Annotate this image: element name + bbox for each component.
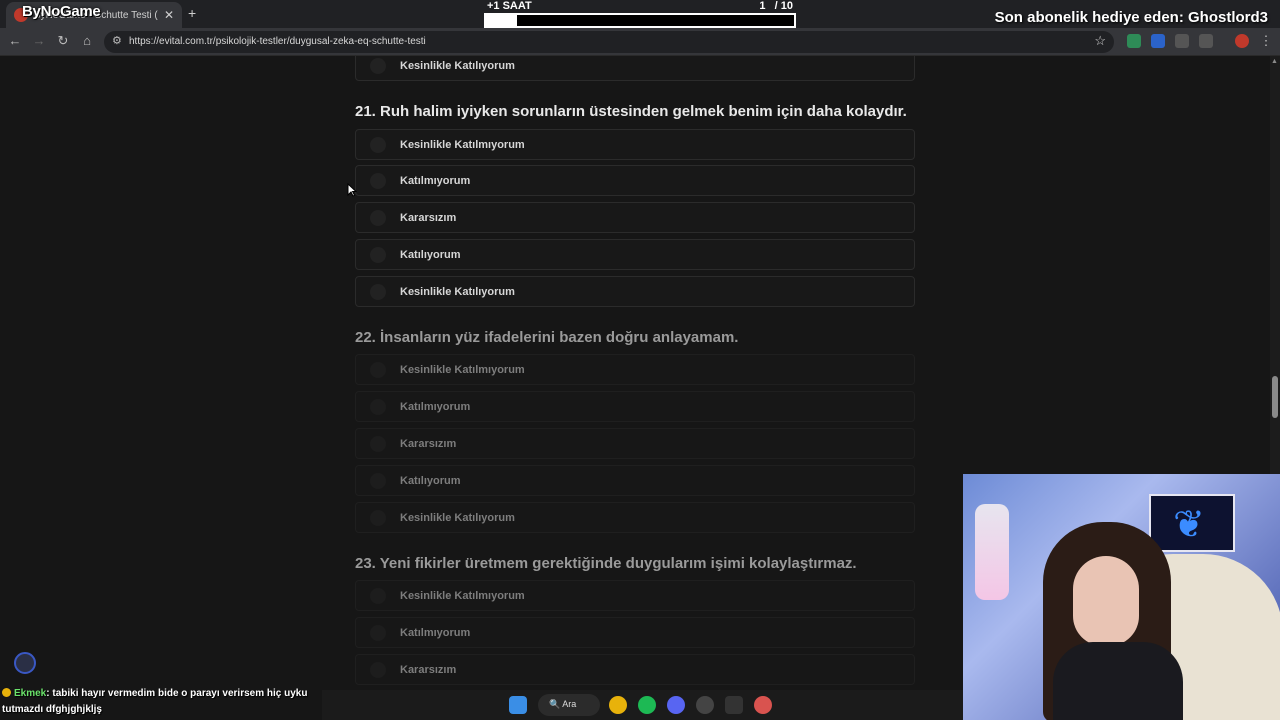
option-label: Kararsızım	[400, 212, 457, 224]
chrome-icon[interactable]	[609, 696, 627, 714]
q22-option-1[interactable]: Kesinlikle Katılmıyorum	[355, 354, 915, 385]
radio-button[interactable]	[370, 210, 386, 226]
forward-icon[interactable]: →	[31, 33, 47, 48]
windows-start-icon[interactable]	[509, 696, 527, 714]
option-label: Katılıyorum	[400, 475, 461, 487]
chat-username: Ekmek	[14, 688, 47, 699]
app-icon[interactable]	[725, 696, 743, 714]
radio-button[interactable]	[370, 473, 386, 489]
timer-progress-bar	[484, 13, 796, 28]
radio-button[interactable]	[370, 284, 386, 300]
close-tab-icon[interactable]: ✕	[164, 8, 174, 22]
option-prev-strongly-agree[interactable]: Kesinlikle Katılıyorum	[355, 56, 915, 81]
option-label: Kesinlikle Katılmıyorum	[400, 364, 525, 376]
extension-translate-icon[interactable]	[1151, 34, 1165, 48]
screen: ByNoGame - Schutte Testi (Duygusal Zeka)…	[0, 0, 1280, 720]
stream-chat-message: Ekmek: tabiki hayır vermedim bide o para…	[2, 686, 322, 718]
extension-shield-icon[interactable]	[1127, 34, 1141, 48]
butterfly-icon: ❦	[1173, 504, 1205, 546]
option-label: Kesinlikle Katılmıyorum	[400, 590, 525, 602]
radio-button[interactable]	[370, 173, 386, 189]
browser-app-icon[interactable]	[754, 696, 772, 714]
option-label: Kesinlikle Katılıyorum	[400, 512, 515, 524]
profile-avatar[interactable]	[1235, 34, 1249, 48]
q22-option-3[interactable]: Kararsızım	[355, 428, 915, 459]
q21-option-5[interactable]: Kesinlikle Katılıyorum	[355, 276, 915, 307]
menu-dots-icon[interactable]: ⋮	[1258, 33, 1274, 49]
q21-option-2[interactable]: Katılmıyorum	[355, 165, 915, 196]
discord-icon[interactable]	[667, 696, 685, 714]
windows-taskbar: 🔍 Ara	[322, 690, 963, 720]
bookmark-star-icon[interactable]: ☆	[1094, 33, 1106, 49]
radio-button[interactable]	[370, 588, 386, 604]
scroll-up-icon[interactable]: ▲	[1271, 58, 1278, 65]
butterfly-poster: ❦	[1149, 494, 1235, 552]
radio-button[interactable]	[370, 625, 386, 641]
timer-count: 1 / 10	[759, 0, 793, 12]
radio-button[interactable]	[370, 436, 386, 452]
option-label: Kararsızım	[400, 664, 457, 676]
option-label: Katılmıyorum	[400, 175, 471, 187]
scrollbar-thumb[interactable]	[1272, 376, 1278, 418]
home-icon[interactable]: ⌂	[79, 33, 95, 48]
stream-logo-overlay: ByNoGame	[22, 3, 101, 20]
streamer-face	[1073, 556, 1139, 646]
option-label: Kesinlikle Katılmıyorum	[400, 139, 525, 151]
extension-gamepad-icon[interactable]	[1175, 34, 1189, 48]
radio-button[interactable]	[370, 510, 386, 526]
option-label: Kesinlikle Katılıyorum	[400, 286, 515, 298]
question-23-title: 23. Yeni fikirler üretmem gerektiğinde d…	[355, 555, 857, 572]
radio-button[interactable]	[370, 399, 386, 415]
radio-button[interactable]	[370, 662, 386, 678]
radio-button[interactable]	[370, 247, 386, 263]
radio-button[interactable]	[370, 137, 386, 153]
timer-label: +1 SAAT	[487, 0, 532, 12]
extensions-puzzle-icon[interactable]	[1199, 34, 1213, 48]
radio-button[interactable]	[370, 362, 386, 378]
option-label: Katılıyorum	[400, 249, 461, 261]
taskbar-search-label: Ara	[562, 699, 577, 709]
spotify-icon[interactable]	[638, 696, 656, 714]
option-label: Katılmıyorum	[400, 401, 471, 413]
sub-gift-overlay: Son abonelik hediye eden: Ghostlord3	[994, 9, 1268, 26]
address-bar[interactable]: ⚙ https://evital.com.tr/psikolojik-testl…	[104, 31, 1114, 53]
back-icon[interactable]: ←	[7, 33, 23, 48]
chat-text: : tabiki hayır vermedim bide o parayı ve…	[2, 688, 308, 715]
new-tab-icon[interactable]: +	[188, 5, 196, 21]
q23-option-3[interactable]: Kararsızım	[355, 654, 915, 685]
site-info-icon[interactable]: ⚙	[112, 34, 122, 47]
browser-toolbar: ← → ↻ ⌂ ⚙ https://evital.com.tr/psikoloj…	[0, 28, 1280, 56]
q22-option-2[interactable]: Katılmıyorum	[355, 391, 915, 422]
option-label: Kesinlikle Katılıyorum	[400, 60, 515, 72]
q21-option-1[interactable]: Kesinlikle Katılmıyorum	[355, 129, 915, 160]
reload-icon[interactable]: ↻	[55, 33, 71, 49]
option-label: Kararsızım	[400, 438, 457, 450]
timer-progress-fill	[486, 15, 517, 26]
microphone	[975, 504, 1009, 600]
floating-widget-button[interactable]	[14, 652, 36, 674]
chat-badge-icon	[2, 688, 11, 697]
subathon-timer: +1 SAAT 1 / 10	[484, 0, 796, 30]
q22-option-5[interactable]: Kesinlikle Katılıyorum	[355, 502, 915, 533]
q22-option-4[interactable]: Katılıyorum	[355, 465, 915, 496]
q23-option-1[interactable]: Kesinlikle Katılmıyorum	[355, 580, 915, 611]
question-21-title: 21. Ruh halim iyiyken sorunların üstesin…	[355, 103, 907, 120]
q23-option-2[interactable]: Katılmıyorum	[355, 617, 915, 648]
url-text: https://evital.com.tr/psikolojik-testler…	[129, 36, 426, 47]
webcam-overlay: ❦	[963, 474, 1280, 720]
radio-button[interactable]	[370, 58, 386, 74]
option-label: Katılmıyorum	[400, 627, 471, 639]
q21-option-3[interactable]: Kararsızım	[355, 202, 915, 233]
mouse-cursor-icon	[347, 183, 357, 197]
taskbar-search[interactable]: 🔍 Ara	[538, 694, 600, 716]
browser-tab-bar: ByNoGame - Schutte Testi (Duygusal Zeka)…	[0, 0, 1280, 28]
question-22-title: 22. İnsanların yüz ifadelerini bazen doğ…	[355, 329, 739, 346]
q21-option-4[interactable]: Katılıyorum	[355, 239, 915, 270]
obs-icon[interactable]	[696, 696, 714, 714]
streamer-body	[1053, 642, 1183, 720]
